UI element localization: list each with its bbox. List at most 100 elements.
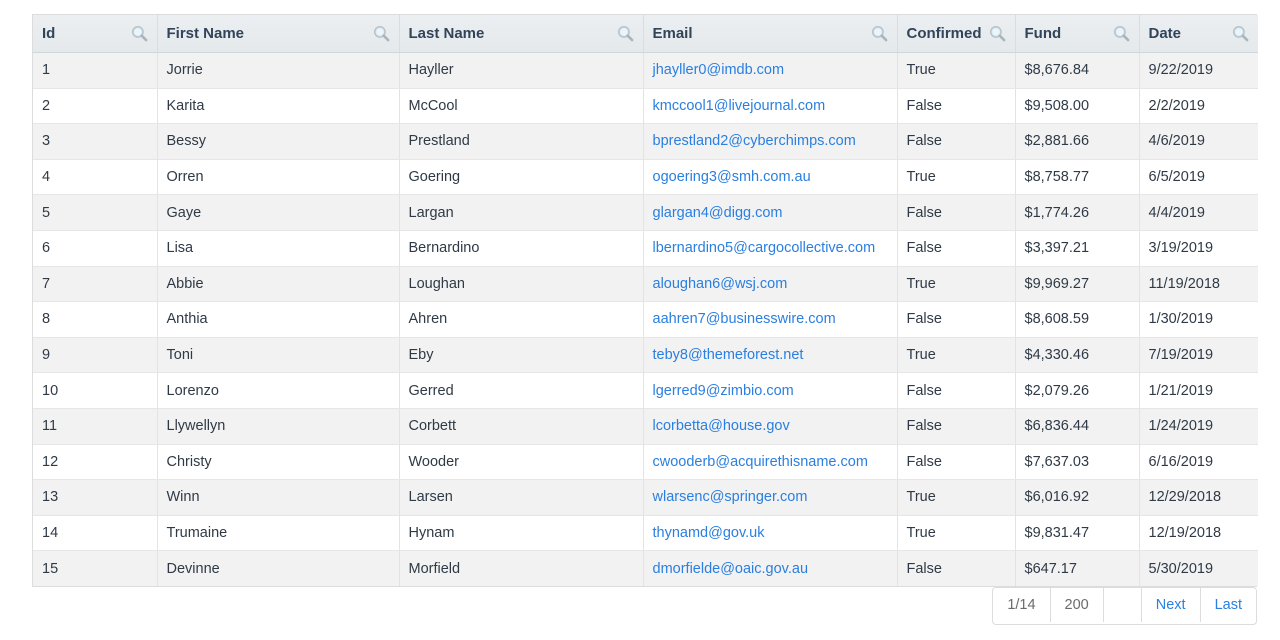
email-link[interactable]: dmorfielde@oaic.gov.au [653, 561, 809, 577]
cell-email[interactable]: dmorfielde@oaic.gov.au [643, 550, 898, 586]
cell-first: Abbie [157, 266, 400, 303]
table-row[interactable]: 12 Christy Wooder cwooderb@acquirethisname.… [33, 444, 1258, 481]
column-search-icon[interactable] [983, 25, 1006, 42]
column-header-fund[interactable]: Fund [1015, 15, 1140, 53]
cell-confirmed: True [897, 479, 1016, 516]
cell-last: Goering [399, 159, 644, 196]
table-row[interactable]: 10 Lorenzo Gerred lgerred9@zimbio.com False $… [33, 372, 1258, 409]
cell-last: Largan [399, 194, 644, 231]
search-icon[interactable] [989, 25, 1006, 42]
email-link[interactable]: lcorbetta@house.gov [653, 418, 790, 434]
search-icon[interactable] [617, 25, 634, 42]
data-table: Id First Name Last Name Email Confirmed Fund D… [33, 15, 1258, 586]
table-row[interactable]: 8 Anthia Ahren aahren7@businesswire.com Fals… [33, 301, 1258, 338]
cell-email[interactable]: thynamd@gov.uk [643, 515, 898, 552]
email-link[interactable]: bprestland2@cyberchimps.com [653, 133, 856, 149]
column-search-icon[interactable] [1226, 25, 1249, 42]
cell-fund: $8,608.59 [1015, 301, 1140, 338]
email-link[interactable]: lbernardino5@cargocollective.com [653, 240, 876, 256]
cell-email[interactable]: bprestland2@cyberchimps.com [643, 123, 898, 160]
search-icon[interactable] [131, 25, 148, 42]
column-header-inner: Confirmed [898, 15, 1015, 52]
cell-email[interactable]: lgerred9@zimbio.com [643, 372, 898, 409]
column-header-first[interactable]: First Name [157, 15, 400, 53]
column-header-confirmed[interactable]: Confirmed [897, 15, 1016, 53]
page-size-input[interactable]: 200 [1050, 588, 1104, 622]
email-link[interactable]: aahren7@businesswire.com [653, 311, 836, 327]
cell-last: McCool [399, 88, 644, 125]
table-row[interactable]: 15 Devinne Morfield dmorfielde@oaic.gov.au F… [33, 550, 1258, 586]
cell-email[interactable]: aahren7@businesswire.com [643, 301, 898, 338]
cell-confirmed: True [897, 52, 1016, 89]
table-row[interactable]: 7 Abbie Loughan aloughan6@wsj.com True $9,969… [33, 266, 1258, 303]
column-header-date[interactable]: Date [1139, 15, 1258, 53]
email-link[interactable]: teby8@themeforest.net [653, 347, 804, 363]
cell-last: Hynam [399, 515, 644, 552]
cell-date: 11/19/2018 [1139, 266, 1258, 303]
table-row[interactable]: 1 Jorrie Hayller jhayller0@imdb.com True $8,6… [33, 52, 1258, 89]
email-link[interactable]: wlarsenc@springer.com [653, 489, 808, 505]
column-header-label: Fund [1024, 25, 1062, 42]
email-link[interactable]: cwooderb@acquirethisname.com [653, 454, 868, 470]
column-header-inner: Fund [1016, 15, 1139, 52]
search-icon[interactable] [1113, 25, 1130, 42]
email-link[interactable]: lgerred9@zimbio.com [653, 383, 794, 399]
cell-id: 6 [33, 230, 158, 267]
column-search-icon[interactable] [1107, 25, 1130, 42]
search-icon[interactable] [373, 25, 390, 42]
cell-email[interactable]: aloughan6@wsj.com [643, 266, 898, 303]
cell-date: 12/19/2018 [1139, 515, 1258, 552]
cell-email[interactable]: ogoering3@smh.com.au [643, 159, 898, 196]
search-icon[interactable] [871, 25, 888, 42]
table-row[interactable]: 5 Gaye Largan glargan4@digg.com False $1,774.… [33, 194, 1258, 231]
column-header-id[interactable]: Id [33, 15, 158, 53]
cell-date: 5/30/2019 [1139, 550, 1258, 586]
cell-first: Devinne [157, 550, 400, 586]
search-icon[interactable] [1232, 25, 1249, 42]
column-header-email[interactable]: Email [643, 15, 898, 53]
column-search-icon[interactable] [611, 25, 634, 42]
cell-fund: $4,330.46 [1015, 337, 1140, 374]
table-row[interactable]: 11 Llywellyn Corbett lcorbetta@house.gov Fal… [33, 408, 1258, 445]
cell-id: 8 [33, 301, 158, 338]
cell-first: Trumaine [157, 515, 400, 552]
column-header-label: Id [42, 25, 56, 42]
cell-fund: $9,508.00 [1015, 88, 1140, 125]
table-row[interactable]: 9 Toni Eby teby8@themeforest.net True $4,330.… [33, 337, 1258, 374]
table-row[interactable]: 14 Trumaine Hynam thynamd@gov.uk True $9,831.… [33, 515, 1258, 552]
table-row[interactable]: 6 Lisa Bernardino lbernardino5@cargocollect… [33, 230, 1258, 267]
cell-fund: $2,079.26 [1015, 372, 1140, 409]
cell-email[interactable]: teby8@themeforest.net [643, 337, 898, 374]
last-page-button[interactable]: Last [1200, 588, 1256, 622]
email-link[interactable]: ogoering3@smh.com.au [653, 169, 811, 185]
column-search-icon[interactable] [367, 25, 390, 42]
cell-fund: $8,676.84 [1015, 52, 1140, 89]
cell-last: Morfield [399, 550, 644, 586]
cell-email[interactable]: jhayller0@imdb.com [643, 52, 898, 89]
cell-email[interactable]: glargan4@digg.com [643, 194, 898, 231]
email-link[interactable]: jhayller0@imdb.com [653, 62, 785, 78]
email-link[interactable]: aloughan6@wsj.com [653, 276, 788, 292]
table-row[interactable]: 3 Bessy Prestland bprestland2@cyberchimps.c… [33, 123, 1258, 160]
email-link[interactable]: kmccool1@livejournal.com [653, 98, 826, 114]
table-row[interactable]: 4 Orren Goering ogoering3@smh.com.au True $8,… [33, 159, 1258, 196]
cell-confirmed: True [897, 515, 1016, 552]
email-link[interactable]: thynamd@gov.uk [653, 525, 765, 541]
cell-fund: $6,836.44 [1015, 408, 1140, 445]
column-search-icon[interactable] [125, 25, 148, 42]
column-header-inner: First Name [158, 15, 399, 52]
cell-email[interactable]: lcorbetta@house.gov [643, 408, 898, 445]
column-search-icon[interactable] [865, 25, 888, 42]
table-row[interactable]: 13 Winn Larsen wlarsenc@springer.com True $6,… [33, 479, 1258, 516]
cell-email[interactable]: lbernardino5@cargocollective.com [643, 230, 898, 267]
column-header-last[interactable]: Last Name [399, 15, 644, 53]
cell-date: 9/22/2019 [1139, 52, 1258, 89]
cell-email[interactable]: cwooderb@acquirethisname.com [643, 444, 898, 481]
next-page-button[interactable]: Next [1141, 588, 1201, 622]
table-row[interactable]: 2 Karita McCool kmccool1@livejournal.com Fal… [33, 88, 1258, 125]
email-link[interactable]: glargan4@digg.com [653, 205, 783, 221]
cell-email[interactable]: kmccool1@livejournal.com [643, 88, 898, 125]
cell-last: Bernardino [399, 230, 644, 267]
data-grid-page: Id First Name Last Name Email Confirmed Fund D… [0, 0, 1280, 640]
cell-email[interactable]: wlarsenc@springer.com [643, 479, 898, 516]
